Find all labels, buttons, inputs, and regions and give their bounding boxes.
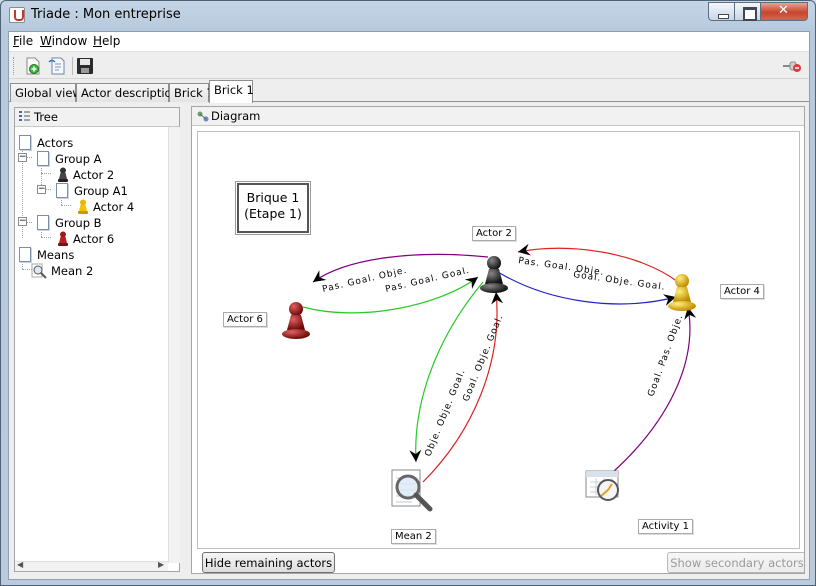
diagram-icon xyxy=(197,111,209,122)
tree-panel: Tree Actors − Group A Actor 2 − Group A1… xyxy=(14,107,180,572)
actor-4-label: Actor 4 xyxy=(720,284,764,299)
edge-label-a4-bottom: Goal. Obje. Goal. xyxy=(573,270,667,293)
window-title: Triade : Mon entreprise xyxy=(31,7,181,22)
title-bar[interactable]: Triade : Mon entreprise xyxy=(1,1,815,30)
edge-label-m2-left: Obje. Obje. Goal. xyxy=(424,368,468,458)
folder-doc-icon xyxy=(19,247,31,262)
new-file-icon xyxy=(26,57,40,75)
diagram-panel-header: Diagram xyxy=(192,107,804,126)
group-doc-icon xyxy=(37,151,49,166)
tree-node-actor-2[interactable]: Actor 2 xyxy=(55,167,155,183)
show-secondary-actors-button[interactable]: Show secondary actors xyxy=(667,552,804,573)
edge-label-activity: Goal. Pas. Obje. xyxy=(646,313,685,398)
diagram-panel-title: Diagram xyxy=(211,109,261,123)
tree-node-group-a[interactable]: Group A xyxy=(37,151,157,167)
new-file-button[interactable] xyxy=(23,56,43,76)
tree-node-actor-4[interactable]: Actor 4 xyxy=(75,199,165,215)
tab-bar: Global view Actor description Brick 7 Br… xyxy=(9,80,809,103)
black-pawn-icon xyxy=(58,167,68,182)
tree-node-means[interactable]: Means xyxy=(19,247,159,263)
diagram-area[interactable]: Pas. Goal. Obje. Pas. Goal. Goal. Pas. G… xyxy=(197,131,800,549)
collapse-group-a-icon[interactable]: − xyxy=(18,153,27,162)
disconnect-button[interactable] xyxy=(782,56,802,76)
tree-horizontal-scrollbar[interactable]: ◀ ▶ xyxy=(15,560,168,571)
actor-2-pawn-icon[interactable] xyxy=(480,254,512,296)
brick-title-box[interactable]: Brique 1 (Etape 1) xyxy=(235,181,311,235)
tree-node-mean-2[interactable]: Mean 2 xyxy=(31,263,151,279)
red-pawn-icon xyxy=(58,231,68,246)
actor-6-pawn-icon[interactable] xyxy=(282,300,314,342)
actors-tree[interactable]: Actors − Group A Actor 2 − Group A1 Acto… xyxy=(15,127,168,563)
tree-icon xyxy=(19,111,30,121)
collapse-group-b-icon[interactable]: − xyxy=(18,217,27,226)
diagram-panel: Diagram Pas. Goal. Obje. Pas. Goal. Goal… xyxy=(191,106,805,574)
actor-4-pawn-icon[interactable] xyxy=(668,272,700,314)
brick-subtitle: (Etape 1) xyxy=(244,206,302,221)
menu-file[interactable]: File xyxy=(13,34,33,48)
tree-node-actors[interactable]: Actors xyxy=(19,135,159,151)
tab-global-view[interactable]: Global view xyxy=(10,83,82,102)
brick-title: Brique 1 xyxy=(246,190,300,205)
hide-remaining-actors-button[interactable]: Hide remaining actors xyxy=(202,552,335,573)
panel-splitter[interactable] xyxy=(183,106,189,574)
scroll-left-icon[interactable]: ◀ xyxy=(17,560,23,569)
app-window: Triade : Mon entreprise File Window Help xyxy=(0,0,816,586)
tree-node-actor-6[interactable]: Actor 6 xyxy=(55,231,155,247)
tree-panel-title: Tree xyxy=(34,110,58,124)
yellow-pawn-icon xyxy=(78,199,88,214)
group-doc-icon xyxy=(56,183,68,198)
edge-label-m2-right: Goal. Obje. Goal. xyxy=(462,313,506,403)
folder-doc-icon xyxy=(19,135,31,150)
open-file-button[interactable] xyxy=(47,56,67,76)
save-button[interactable] xyxy=(75,56,95,76)
activity-1-label: Activity 1 xyxy=(638,519,693,534)
tab-actor-description[interactable]: Actor description xyxy=(76,83,179,102)
tree-node-group-a1[interactable]: Group A1 xyxy=(56,183,156,199)
mean-2-magnifier-icon[interactable] xyxy=(388,468,438,518)
menu-help[interactable]: Help xyxy=(93,34,120,48)
save-icon xyxy=(77,58,93,74)
client-area: File Window Help Global view Actor descr… xyxy=(8,31,810,580)
menu-window[interactable]: Window xyxy=(40,34,87,48)
maximize-button[interactable] xyxy=(734,2,761,21)
scroll-right-icon[interactable]: ▶ xyxy=(158,560,164,569)
actor-2-label: Actor 2 xyxy=(472,226,516,241)
diagram-canvas[interactable]: Pas. Goal. Obje. Pas. Goal. Goal. Pas. G… xyxy=(192,126,804,573)
toolbar-separator xyxy=(72,57,73,75)
mean-2-label: Mean 2 xyxy=(391,529,436,544)
java-app-icon xyxy=(9,7,25,23)
tree-node-group-b[interactable]: Group B xyxy=(37,215,157,231)
close-button[interactable] xyxy=(760,2,808,21)
tab-brick-7[interactable]: Brick 7 xyxy=(169,83,214,102)
collapse-group-a1-icon[interactable]: − xyxy=(37,185,46,194)
tree-vertical-scrollbar[interactable] xyxy=(168,127,180,563)
menu-bar: File Window Help xyxy=(9,32,809,52)
minimize-button[interactable] xyxy=(708,2,735,21)
activity-1-calendar-icon[interactable] xyxy=(584,468,624,504)
actor-6-label: Actor 6 xyxy=(223,312,267,327)
tree-panel-header: Tree xyxy=(15,108,179,127)
magnifier-icon xyxy=(31,263,47,279)
group-doc-icon xyxy=(37,215,49,230)
tab-brick-1[interactable]: Brick 1 xyxy=(209,80,254,103)
toolbar xyxy=(9,53,809,79)
toolbar-grip[interactable] xyxy=(13,57,16,75)
plug-icon xyxy=(783,61,801,72)
open-file-icon xyxy=(48,57,65,75)
